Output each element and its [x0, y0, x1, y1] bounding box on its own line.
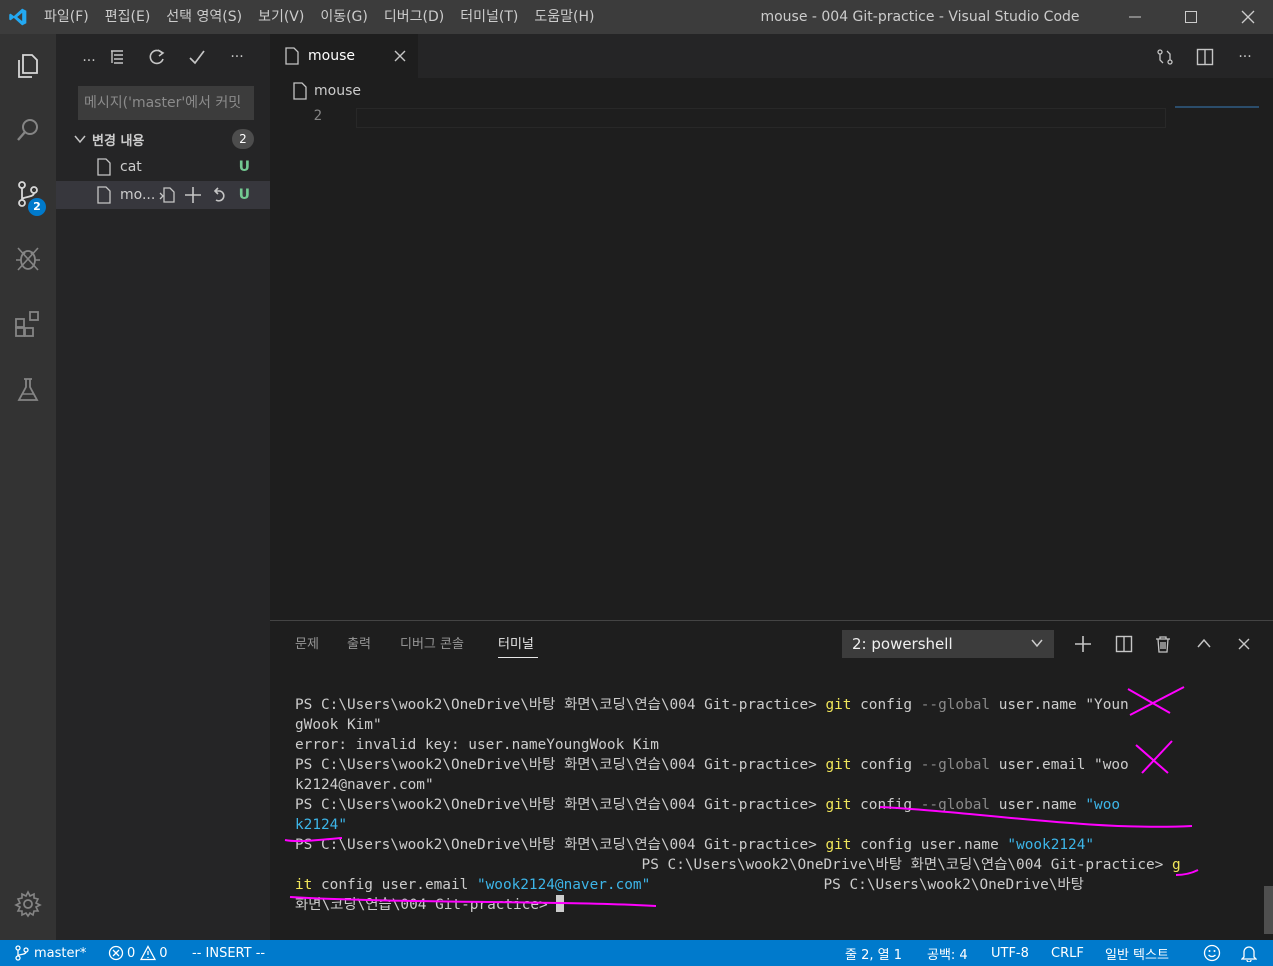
- file-icon: [284, 47, 300, 65]
- file-icon: [96, 158, 112, 176]
- file-name: mo...: [120, 187, 156, 203]
- split-editor-icon[interactable]: [1192, 44, 1218, 70]
- changes-section-header[interactable]: 변경 내용 2: [56, 126, 270, 152]
- changed-file-row[interactable]: cat U: [56, 153, 270, 181]
- scm-ellipsis[interactable]: ...: [76, 44, 102, 70]
- warning-icon: [140, 945, 157, 961]
- file-name: cat: [120, 159, 142, 175]
- end-of-line[interactable]: CRLF: [1051, 940, 1084, 966]
- discard-changes-icon[interactable]: [208, 184, 230, 206]
- notifications-bell-icon[interactable]: [1241, 940, 1257, 966]
- menu-go[interactable]: 이동(G): [312, 0, 376, 34]
- encoding[interactable]: UTF-8: [991, 940, 1029, 966]
- menu-bar: 파일(F) 편집(E) 선택 영역(S) 보기(V) 이동(G) 디버그(D) …: [36, 0, 602, 34]
- menu-view[interactable]: 보기(V): [250, 0, 312, 34]
- indentation[interactable]: 공백: 4: [927, 940, 968, 966]
- open-changes-icon[interactable]: [1152, 44, 1178, 70]
- chevron-down-icon: [74, 133, 86, 145]
- changes-label: 변경 내용: [92, 133, 145, 149]
- changes-count-badge: 2: [232, 129, 254, 149]
- file-icon: [292, 82, 308, 100]
- debug-icon[interactable]: [0, 230, 56, 286]
- settings-gear-icon[interactable]: [0, 876, 56, 932]
- warning-count: 0: [159, 945, 168, 961]
- branch-name: master*: [34, 945, 87, 961]
- title-bar: 파일(F) 편집(E) 선택 영역(S) 보기(V) 이동(G) 디버그(D) …: [0, 0, 1273, 34]
- magenta-annotation-marks: [284, 686, 1199, 907]
- close-tab-icon[interactable]: [390, 46, 410, 66]
- stage-changes-plus-icon[interactable]: [182, 184, 204, 206]
- commit-check-icon[interactable]: [184, 44, 210, 70]
- language-mode[interactable]: 일반 텍스트: [1105, 940, 1169, 966]
- error-count: 0: [127, 945, 136, 961]
- editor-current-line[interactable]: [356, 108, 1166, 128]
- open-file-icon[interactable]: [156, 184, 178, 206]
- close-window-button[interactable]: [1223, 0, 1273, 34]
- source-control-sidebar: ... ··· 메시지('master'에서 커밋 변경 내용 2 cat U …: [56, 34, 270, 940]
- commit-message-input[interactable]: 메시지('master'에서 커밋: [78, 86, 254, 120]
- breadcrumb-file[interactable]: mouse: [314, 83, 361, 99]
- vscode-logo-icon: [0, 0, 36, 34]
- refresh-icon[interactable]: [144, 44, 170, 70]
- status-bar: master* 0 0 -- INSERT -- 줄 2, 열 1 공백: 4 …: [0, 940, 1273, 966]
- extensions-icon[interactable]: [0, 296, 56, 352]
- git-branch-icon: [14, 945, 30, 961]
- terminal-scrollbar[interactable]: [1264, 886, 1273, 934]
- minimap[interactable]: [1175, 106, 1259, 108]
- editor-more-button[interactable]: ···: [1232, 44, 1258, 70]
- cursor-position[interactable]: 줄 2, 열 1: [845, 940, 902, 966]
- menu-file[interactable]: 파일(F): [36, 0, 97, 34]
- problems-status[interactable]: 0 0: [108, 940, 168, 966]
- window-title: mouse - 004 Git-practice - Visual Studio…: [760, 9, 1080, 25]
- menu-debug[interactable]: 디버그(D): [376, 0, 452, 34]
- changed-file-row-selected[interactable]: mo... U: [56, 181, 270, 209]
- vim-mode: -- INSERT --: [192, 945, 266, 961]
- scm-badge: 2: [28, 198, 46, 216]
- search-icon[interactable]: [0, 102, 56, 158]
- editor-area: mouse ··· mouse 2: [270, 34, 1273, 620]
- activity-bar: 2: [0, 34, 56, 940]
- bottom-panel: 문제 출력 디버그 콘솔 터미널 2: powershell PS C:\Use…: [270, 620, 1273, 940]
- tab-mouse[interactable]: mouse: [270, 34, 418, 78]
- scm-more-button[interactable]: ···: [224, 44, 250, 70]
- line-number: 2: [313, 108, 322, 124]
- branch-status[interactable]: master*: [14, 940, 86, 966]
- menu-help[interactable]: 도움말(H): [526, 0, 602, 34]
- minimize-button[interactable]: [1110, 0, 1160, 34]
- breadcrumb: mouse: [270, 78, 1273, 104]
- untracked-status: U: [238, 187, 250, 203]
- menu-terminal[interactable]: 터미널(T): [452, 0, 526, 34]
- view-as-tree-icon[interactable]: [104, 44, 130, 70]
- menu-edit[interactable]: 편집(E): [97, 0, 159, 34]
- test-flask-icon[interactable]: [0, 362, 56, 418]
- editor-tabs: mouse ···: [270, 34, 1273, 78]
- source-control-icon[interactable]: 2: [0, 166, 56, 222]
- explorer-icon[interactable]: [0, 38, 56, 94]
- file-icon: [96, 186, 112, 204]
- scm-toolbar: ... ···: [56, 34, 270, 80]
- error-icon: [108, 945, 124, 961]
- menu-selection[interactable]: 선택 영역(S): [158, 0, 250, 34]
- tab-label: mouse: [308, 48, 355, 64]
- untracked-status: U: [238, 159, 250, 175]
- maximize-button[interactable]: [1166, 0, 1216, 34]
- feedback-smiley-icon[interactable]: [1203, 940, 1221, 966]
